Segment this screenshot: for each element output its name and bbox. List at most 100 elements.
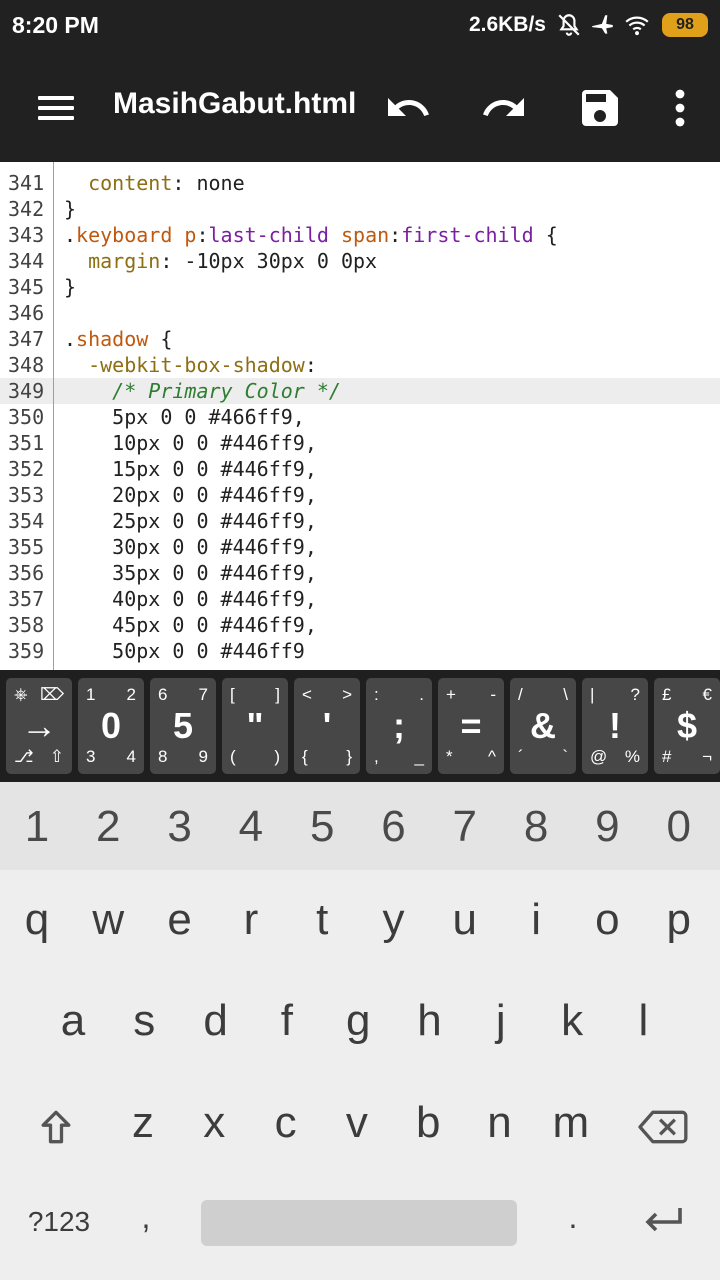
enter-icon[interactable] [638,1202,686,1242]
code-line[interactable]: 356 35px 0 0 #446ff9, [0,560,720,586]
letter-key[interactable]: o [574,885,640,955]
letter-key[interactable]: d [183,986,249,1056]
number-key[interactable]: 2 [75,792,141,862]
extra-key-br: % [624,747,640,766]
shift-icon[interactable] [34,1105,78,1149]
code-line[interactable]: 343 .keyboard p:last-child span:first-chi… [0,222,720,248]
code-line[interactable]: 344 margin: -10px 30px 0 0px [0,248,720,274]
airplane-icon [592,15,613,34]
extra-key-center: ! [609,705,621,746]
extra-key[interactable]: 6 7 8 95 [150,678,216,774]
code-line[interactable]: 359 50px 0 0 #446ff9 [0,638,720,664]
number-key[interactable]: 5 [289,792,355,862]
code-line[interactable]: 351 10px 0 0 #446ff9, [0,430,720,456]
extra-key[interactable]: ⎈ ⌦ ⎇ ⇧ → [6,678,72,774]
code-editor[interactable]: 341 content: none 342} 343 .keyboard p:last… [0,162,720,670]
backspace-icon[interactable] [636,1105,688,1149]
letter-key[interactable]: s [111,986,177,1056]
letter-key[interactable]: p [646,885,712,955]
code-line[interactable]: 342} [0,196,720,222]
number-key[interactable]: 7 [432,792,498,862]
code-line[interactable]: 358 45px 0 0 #446ff9, [0,612,720,638]
extra-key-tl: + [446,685,456,704]
extra-key-br: ) [274,747,280,766]
letter-key[interactable]: c [253,1088,319,1158]
number-key[interactable]: 4 [218,792,284,862]
symbols-key[interactable]: ?123 [14,1187,104,1257]
menu-icon[interactable] [30,88,82,128]
app-bar: MasihGabut.html [0,52,720,162]
code-line[interactable]: 341 content: none [0,170,720,196]
letter-key[interactable]: k [539,986,605,1056]
period-key[interactable]: . [545,1182,601,1252]
extra-key[interactable]: £ € # ¬ $ [654,678,720,774]
extra-key-bl: * [446,747,453,766]
code-line[interactable]: 347 .shadow { [0,326,720,352]
extra-key-bl: ⎇ [14,747,34,766]
number-key[interactable]: 0 [646,792,712,862]
number-key[interactable]: 1 [4,792,70,862]
extra-key-center: → [21,705,57,746]
letter-key[interactable]: b [395,1088,461,1158]
letter-key[interactable]: m [538,1088,604,1158]
letter-key[interactable]: i [503,885,569,955]
letter-key[interactable]: v [324,1088,390,1158]
number-key[interactable]: 3 [147,792,213,862]
letter-key[interactable]: n [467,1088,533,1158]
file-name-title[interactable]: MasihGabut.html [113,87,356,121]
code-line[interactable]: 352 15px 0 0 #446ff9, [0,456,720,482]
status-icons: 2.6KB/s 98 [469,12,708,38]
letter-key[interactable]: x [181,1088,247,1158]
extra-key-br: } [346,747,352,766]
extra-key-tl: : [374,685,379,704]
code-text: 35px 0 0 #446ff9, [112,561,317,585]
number-key[interactable]: 9 [574,792,640,862]
letter-key[interactable]: q [4,885,70,955]
code-line[interactable]: 349 /* Primary Color */ [0,378,720,404]
letter-key[interactable]: l [610,986,676,1056]
code-line[interactable]: 355 30px 0 0 #446ff9, [0,534,720,560]
code-line[interactable]: 350 5px 0 0 #466ff9, [0,404,720,430]
code-line[interactable]: 346 [0,300,720,326]
letter-key[interactable]: h [397,986,463,1056]
letter-key[interactable]: r [218,885,284,955]
number-key[interactable]: 6 [361,792,427,862]
extra-key-bl: 8 [158,747,168,766]
letter-key[interactable]: e [147,885,213,955]
extra-key-bl: { [302,747,308,766]
letter-key[interactable]: f [254,986,320,1056]
more-vert-icon[interactable] [656,84,704,132]
number-key[interactable]: 8 [503,792,569,862]
extra-key-tr: . [419,685,424,704]
redo-icon[interactable] [480,84,528,132]
letter-key[interactable]: a [40,986,106,1056]
letter-key[interactable]: j [468,986,534,1056]
comma-key[interactable]: , [118,1182,174,1252]
extra-key[interactable]: / \ ´ ` & [510,678,576,774]
code-line[interactable]: 345} [0,274,720,300]
code-line[interactable]: 357 40px 0 0 #446ff9, [0,586,720,612]
letter-key[interactable]: t [289,885,355,955]
letter-key[interactable]: g [325,986,391,1056]
code-line[interactable]: 348 -webkit-box-shadow: [0,352,720,378]
status-time: 8:20 PM [12,12,99,38]
letter-key[interactable]: u [432,885,498,955]
extra-key-tr: 7 [198,685,208,704]
extra-key[interactable]: < > {} ' [294,678,360,774]
extra-key[interactable]: + - * ^ = [438,678,504,774]
extra-key[interactable]: |? @%! [582,678,648,774]
extra-key[interactable]: [] () " [222,678,288,774]
extra-key-br: ¬ [702,747,712,766]
code-text: 25px 0 0 #446ff9, [112,509,317,533]
code-text: margin: -10px 30px 0 0px [88,249,378,273]
undo-icon[interactable] [384,84,432,132]
letter-key[interactable]: w [75,885,141,955]
spacebar[interactable] [201,1200,517,1246]
code-line[interactable]: 353 20px 0 0 #446ff9, [0,482,720,508]
extra-key[interactable]: :., _; [366,678,432,774]
save-icon[interactable] [576,84,624,132]
code-line[interactable]: 354 25px 0 0 #446ff9, [0,508,720,534]
letter-key[interactable]: z [110,1088,176,1158]
letter-key[interactable]: y [361,885,427,955]
extra-key[interactable]: 1 2 3 40 [78,678,144,774]
